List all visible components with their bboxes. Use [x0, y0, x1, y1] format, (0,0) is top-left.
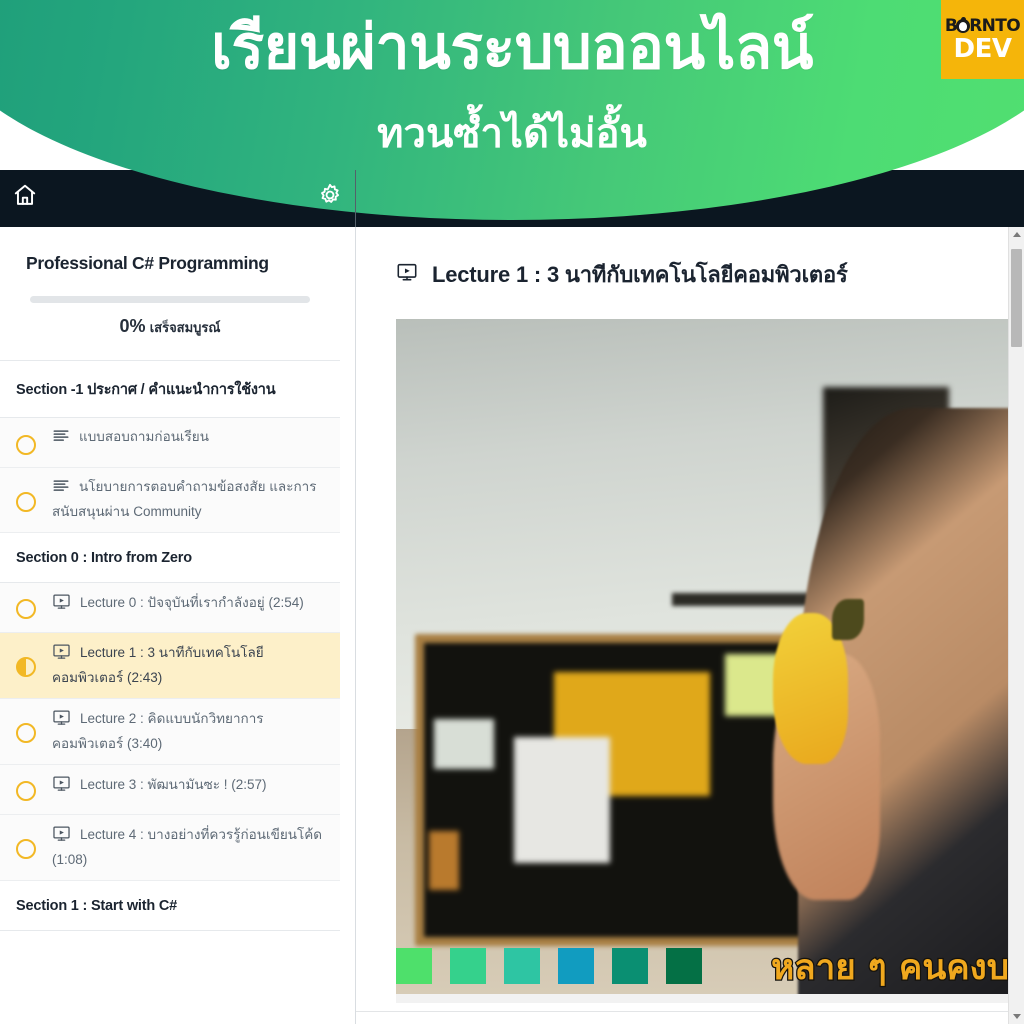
video-icon [52, 824, 71, 850]
status-empty-circle-icon [16, 781, 36, 802]
main-bottom-rule [356, 1011, 1024, 1024]
lesson-status[interactable] [0, 468, 52, 532]
document-icon [52, 477, 70, 502]
triangle-up-icon [1012, 232, 1021, 237]
lesson-body: Lecture 3 : พัฒนามันซะ ! (2:57) [52, 765, 340, 809]
course-title: Professional C# Programming [26, 253, 269, 273]
progress-bar-track [30, 296, 310, 303]
color-swatch [450, 948, 486, 984]
lesson-status[interactable] [0, 815, 52, 880]
sidebar-scroll-area[interactable]: Professional C# Programming 0% เสร็จสมบู… [0, 227, 340, 1024]
color-swatch [612, 948, 648, 984]
scrollbar-down-button[interactable] [1009, 1009, 1024, 1024]
video-icon [52, 708, 71, 734]
sidebar-scrollbar[interactable] [1008, 227, 1024, 1024]
banner-subtitle: ทวนซ้ำได้ไม่อั้น [377, 111, 647, 157]
lecture-header: Lecture 1 : 3 นาทีกับเทคโนโลยีคอมพิวเตอร… [356, 227, 1024, 292]
color-swatch [558, 948, 594, 984]
board-note [514, 736, 610, 864]
board-note [433, 719, 495, 770]
borntodev-logo: B RNTO DEV [941, 0, 1024, 79]
status-empty-circle-icon [16, 434, 36, 455]
status-empty-circle-icon [16, 599, 36, 620]
logo-text-bottom: DEV [953, 34, 1012, 64]
video-bottom-strip [396, 994, 1024, 1003]
lesson-status[interactable] [0, 418, 52, 467]
section-heading: Section -1 ประกาศ / คำแนะนำการใช้งาน [0, 361, 340, 418]
section-heading: Section 0 : Intro from Zero [0, 532, 340, 583]
gear-icon[interactable] [317, 182, 343, 208]
lesson-body: Lecture 2 : คิดแบบนักวิทยาการคอมพิวเตอร์… [52, 699, 340, 764]
lesson-body: แบบสอบถามก่อนเรียน [52, 418, 340, 461]
lesson-row[interactable]: นโยบายการตอบคำถามข้อสงสัย และการสนับสนุน… [0, 468, 340, 533]
lesson-body: Lecture 1 : 3 นาทีกับเทคโนโลยีคอมพิวเตอร… [52, 633, 340, 698]
lesson-row[interactable]: แบบสอบถามก่อนเรียน [0, 418, 340, 468]
progress-label: 0% เสร็จสมบูรณ์ [16, 316, 324, 338]
lesson-row[interactable]: Lecture 3 : พัฒนามันซะ ! (2:57) [0, 764, 340, 815]
lesson-label: Lecture 2 : คิดแบบนักวิทยาการคอมพิวเตอร์… [52, 710, 264, 751]
video-player[interactable]: หลาย ๆ คนคงบอ [396, 319, 1024, 1003]
lesson-status[interactable] [0, 699, 52, 764]
logo-letters-rnto: RNTO [969, 16, 1021, 36]
lesson-label: Lecture 1 : 3 นาทีกับเทคโนโลยีคอมพิวเตอร… [52, 644, 264, 685]
status-empty-circle-icon [16, 491, 36, 512]
color-swatch [504, 948, 540, 984]
lesson-body: Lecture 4 : บางอย่างที่ควรรู้ก่อนเขียนโค… [52, 815, 340, 880]
section-list: Section -1 ประกาศ / คำแนะนำการใช้งานแบบส… [0, 361, 340, 931]
lesson-label: นโยบายการตอบคำถามข้อสงสัย และการสนับสนุน… [52, 479, 317, 519]
course-header: Professional C# Programming 0% เสร็จสมบู… [0, 227, 340, 361]
course-sidebar[interactable]: Professional C# Programming 0% เสร็จสมบู… [0, 227, 356, 1024]
lesson-label: Lecture 0 : ปัจจุบันที่เรากำลังอยู่ (2:5… [80, 594, 304, 610]
color-swatch [666, 948, 702, 984]
document-icon [52, 427, 70, 452]
progress-status-text: เสร็จสมบูรณ์ [149, 320, 221, 335]
home-icon[interactable] [12, 182, 38, 208]
video-subtitle: หลาย ๆ คนคงบอ [770, 947, 1024, 990]
color-swatch [396, 948, 432, 984]
progress-percent: 0% [119, 316, 146, 336]
main-content: Lecture 1 : 3 นาทีกับเทคโนโลยีคอมพิวเตอร… [356, 227, 1024, 1024]
triangle-down-icon [1012, 1014, 1021, 1019]
scrollbar-thumb[interactable] [1011, 249, 1022, 347]
lecture-title: Lecture 1 : 3 นาทีกับเทคโนโลยีคอมพิวเตอร… [432, 262, 848, 287]
lesson-row[interactable]: Lecture 2 : คิดแบบนักวิทยาการคอมพิวเตอร์… [0, 698, 340, 765]
video-icon [52, 774, 71, 800]
lesson-label: แบบสอบถามก่อนเรียน [79, 429, 209, 444]
lesson-status[interactable] [0, 633, 52, 698]
lesson-label: Lecture 3 : พัฒนามันซะ ! (2:57) [80, 776, 267, 792]
lesson-status[interactable] [0, 583, 52, 632]
lesson-row[interactable]: Lecture 4 : บางอย่างที่ควรรู้ก่อนเขียนโค… [0, 814, 340, 881]
header-divider [355, 170, 356, 227]
video-icon [52, 642, 71, 668]
video-shelf [672, 592, 811, 607]
lesson-row[interactable]: Lecture 1 : 3 นาทีกับเทคโนโลยีคอมพิวเตอร… [0, 632, 340, 699]
logo-text-top: B RNTO [945, 16, 1021, 36]
lesson-body: Lecture 0 : ปัจจุบันที่เรากำลังอยู่ (2:5… [52, 583, 340, 627]
board-note [428, 830, 459, 890]
app-header-bar [0, 170, 1024, 227]
status-empty-circle-icon [16, 839, 36, 860]
lesson-status[interactable] [0, 765, 52, 814]
status-empty-circle-icon [16, 723, 36, 744]
scrollbar-up-button[interactable] [1009, 227, 1024, 242]
banner-title: เรียนผ่านระบบออนไลน์ [211, 12, 813, 83]
lesson-label: Lecture 4 : บางอย่างที่ควรรู้ก่อนเขียนโค… [52, 826, 323, 867]
status-half-circle-icon [16, 657, 36, 678]
color-swatch-row [396, 947, 720, 985]
lesson-row[interactable]: Lecture 0 : ปัจจุบันที่เรากำลังอยู่ (2:5… [0, 582, 340, 633]
lesson-body: นโยบายการตอบคำถามข้อสงสัย และการสนับสนุน… [52, 468, 340, 532]
section-heading: Section 1 : Start with C# [0, 880, 340, 931]
video-icon [396, 261, 418, 288]
video-icon [52, 592, 71, 618]
